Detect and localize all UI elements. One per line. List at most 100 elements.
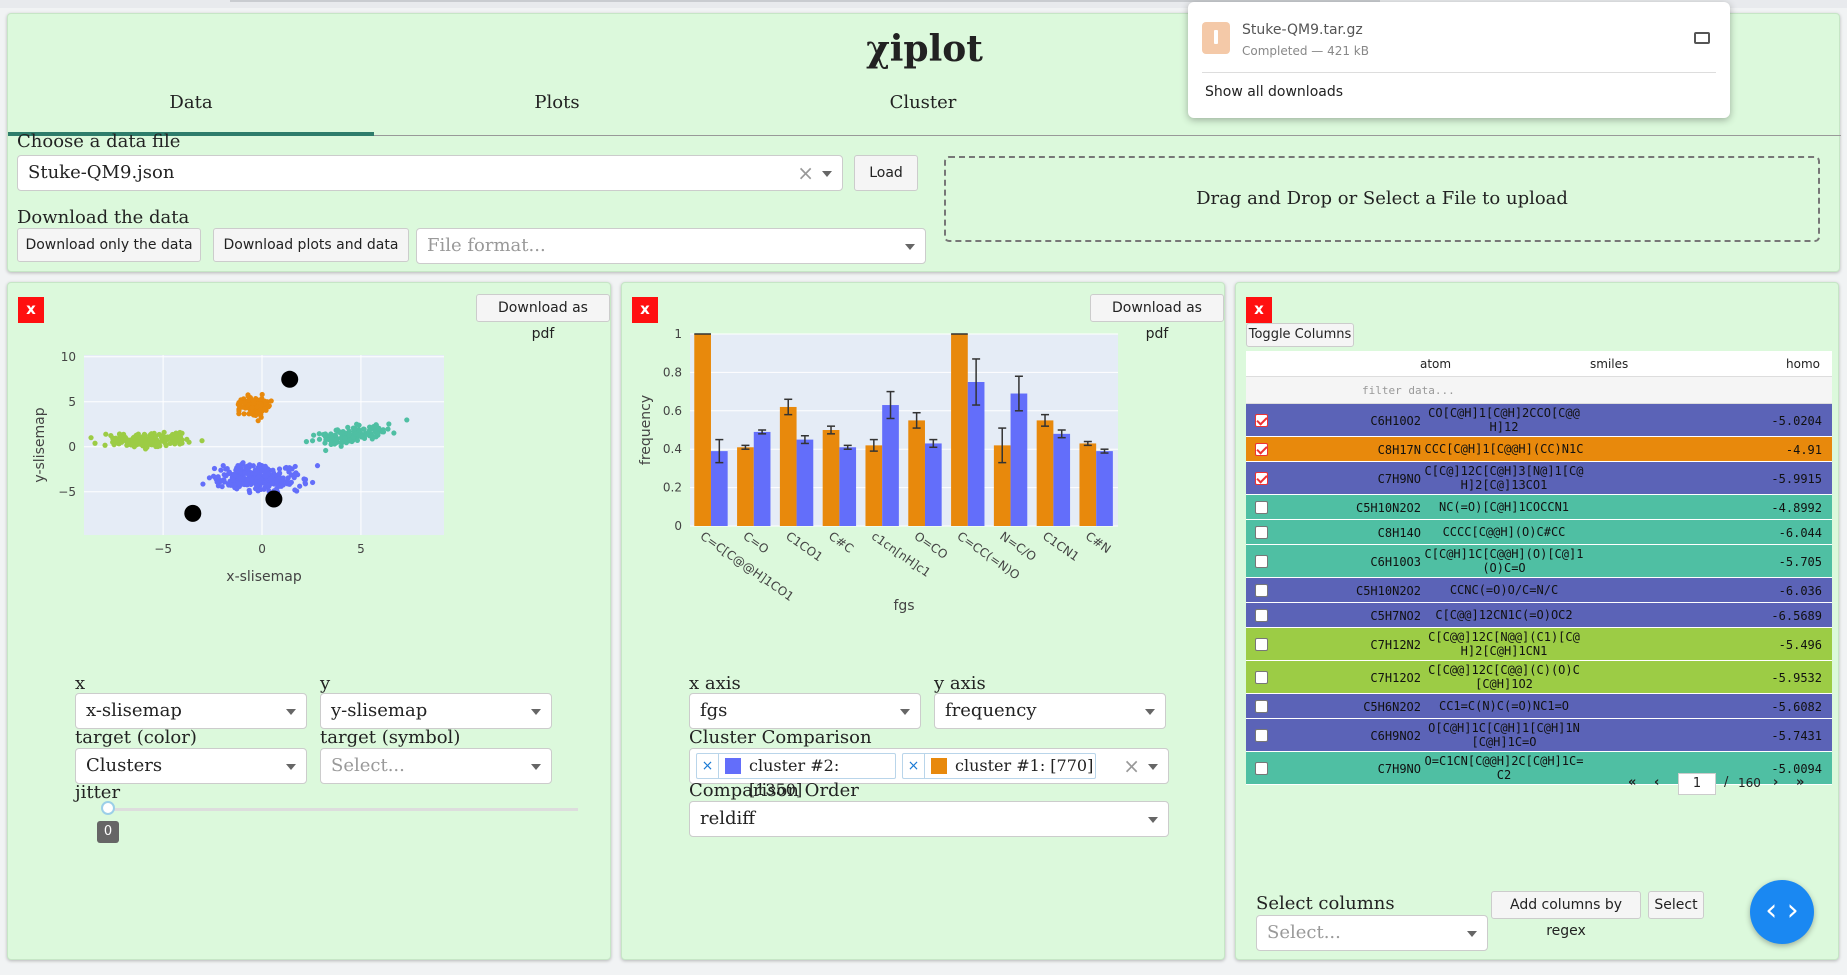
- scatter-point: [102, 442, 108, 448]
- scatter-point: [173, 430, 179, 436]
- prev-page-icon[interactable]: ‹: [1654, 775, 1659, 790]
- row-checkbox[interactable]: [1255, 609, 1268, 622]
- scatter-plot[interactable]: −5 0 5 −5 0 5 10 x-slisemap y-slisemap: [8, 323, 608, 623]
- file-format-select[interactable]: File format...: [416, 228, 926, 264]
- target-symbol-select[interactable]: Select...: [320, 748, 552, 784]
- row-checkbox[interactable]: [1255, 443, 1268, 456]
- row-checkbox[interactable]: [1255, 700, 1268, 713]
- scatter-point: [331, 441, 338, 447]
- scatter-point: [254, 483, 260, 489]
- tab-plots[interactable]: Plots: [374, 80, 740, 136]
- tab-cluster[interactable]: Cluster: [740, 80, 1106, 136]
- table-row[interactable]: C6H10O3 C[C@H]1C[C@@H](O)[C@]1(O)C=O -5.70…: [1246, 545, 1832, 578]
- add-columns-regex-button[interactable]: Add columns by regex: [1491, 891, 1641, 939]
- download-only-data-button[interactable]: Download only the data: [17, 228, 201, 262]
- cell-atom: C8H14O: [1377, 526, 1421, 540]
- jitter-slider-track[interactable]: [108, 808, 578, 811]
- row-checkbox[interactable]: [1255, 638, 1268, 651]
- row-checkbox[interactable]: [1255, 762, 1268, 775]
- scatter-point: [316, 436, 323, 442]
- y-tick-label: 0.8: [663, 365, 682, 379]
- chevron-down-icon: [286, 764, 296, 770]
- row-checkbox[interactable]: [1255, 584, 1268, 597]
- table-row[interactable]: C8H14O CCCC[C@@H](O)C#CC -6.044: [1246, 520, 1832, 545]
- scatter-point: [206, 475, 213, 481]
- cell-smiles: O=C1CN[C@@H]2C[C@H]1C=C2: [1424, 754, 1584, 782]
- x-axis-select[interactable]: fgs: [689, 693, 921, 729]
- table-row[interactable]: C5H6N2O2 CC1=C(N)C(=O)NC1=O -5.6082: [1246, 694, 1832, 719]
- tab-data[interactable]: Data: [8, 80, 374, 136]
- select-columns-select[interactable]: Select...: [1256, 915, 1488, 951]
- scatter-point: [122, 435, 129, 441]
- column-header-atom[interactable]: atom: [1420, 357, 1451, 371]
- table-row[interactable]: C7H12O2 C[C@@]12C[C@@](C)(O)C[C@H]1O2 -5.9…: [1246, 661, 1832, 694]
- table-row[interactable]: C7H12N2 C[C@@]12C[N@@](C1)[C@H]2[C@H]1CN1…: [1246, 628, 1832, 661]
- bar-chart[interactable]: 00.20.40.60.81C=C[C@@H]1CO1C=O C1CO1 C#C c1…: [622, 323, 1222, 653]
- load-button[interactable]: Load: [854, 155, 918, 191]
- target-color-select[interactable]: Clusters: [75, 748, 307, 784]
- y-tick-label: 5: [68, 395, 76, 409]
- page-input[interactable]: 1: [1678, 773, 1716, 795]
- column-header-smiles[interactable]: smiles: [1590, 357, 1628, 371]
- bar: [737, 447, 754, 526]
- close-table-button[interactable]: x: [1246, 297, 1272, 323]
- first-page-icon[interactable]: «: [1628, 775, 1636, 790]
- row-checkbox[interactable]: [1255, 555, 1268, 568]
- cell-smiles: CC1=C(N)C(=O)NC1=O: [1438, 699, 1570, 713]
- close-bar-button[interactable]: x: [632, 297, 658, 323]
- folder-icon[interactable]: [1694, 32, 1710, 44]
- y-tick-label: −5: [58, 485, 76, 499]
- row-checkbox[interactable]: [1255, 526, 1268, 539]
- row-checkbox[interactable]: [1255, 671, 1268, 684]
- clear-icon[interactable]: ×: [797, 156, 814, 190]
- scatter-point: [259, 468, 265, 474]
- column-header-homo[interactable]: homo: [1786, 357, 1820, 371]
- remove-tag-icon[interactable]: ×: [697, 754, 719, 778]
- table-row[interactable]: C5H10N2O2 CCNC(=O)O/C=N/C -6.036: [1246, 578, 1832, 603]
- clear-icon[interactable]: ×: [1123, 749, 1140, 783]
- close-scatter-button[interactable]: x: [18, 297, 44, 323]
- next-page-icon[interactable]: ›: [1773, 775, 1778, 790]
- y-tick-label: 0: [68, 440, 76, 454]
- table-row[interactable]: C5H10N2O2 NC(=O)[C@H]1COCCN1 -4.8992: [1246, 495, 1832, 520]
- y-axis-value: frequency: [945, 700, 1037, 721]
- table-row[interactable]: C5H7NO2 C[C@@]12CN1C(=O)OC2 -6.5689: [1246, 603, 1832, 628]
- cluster-comparison-select[interactable]: × cluster #2: [1350] × cluster #1: [770]…: [689, 748, 1169, 799]
- download-plots-data-button[interactable]: Download plots and data: [213, 228, 409, 262]
- code-toggle-icon[interactable]: ‹ ›: [1750, 880, 1814, 944]
- remove-tag-icon[interactable]: ×: [903, 754, 925, 778]
- comparison-order-select[interactable]: reldiff: [689, 801, 1169, 837]
- y-axis-select[interactable]: frequency: [934, 693, 1166, 729]
- x-select[interactable]: x-slisemap: [75, 693, 307, 729]
- bar: [694, 334, 711, 526]
- file-select[interactable]: Stuke-QM9.json ×: [17, 155, 843, 191]
- row-checkbox[interactable]: [1255, 501, 1268, 514]
- last-page-icon[interactable]: »: [1796, 775, 1804, 790]
- select-button[interactable]: Select: [1648, 891, 1704, 919]
- scatter-point: [386, 421, 392, 427]
- scatter-point: [108, 432, 114, 439]
- upload-dropzone[interactable]: Drag and Drop or Select a File to upload: [944, 156, 1820, 242]
- x-axis-value: fgs: [700, 700, 728, 721]
- table-row[interactable]: C6H9NO2 O[C@H]1C[C@H]1[C@H]1N[C@H]1C=O -5.…: [1246, 719, 1832, 752]
- row-checkbox[interactable]: [1255, 414, 1268, 427]
- show-all-downloads-link[interactable]: Show all downloads: [1205, 84, 1343, 100]
- filter-input[interactable]: filter data...: [1362, 384, 1455, 397]
- y-select[interactable]: y-slisemap: [320, 693, 552, 729]
- cell-atom: C6H10O3: [1370, 555, 1421, 569]
- table-row[interactable]: C6H10O2 CO[C@H]1[C@H]2CCO[C@@H]12 -5.0204: [1246, 404, 1832, 437]
- toggle-columns-button[interactable]: Toggle Columns: [1246, 323, 1354, 347]
- row-checkbox[interactable]: [1255, 729, 1268, 742]
- scatter-point: [245, 477, 251, 483]
- bar-download-pdf-button[interactable]: Download as pdf: [1090, 294, 1224, 342]
- jitter-slider-handle[interactable]: [101, 801, 115, 815]
- scatter-point: [236, 481, 242, 487]
- download-filename[interactable]: Stuke-QM9.tar.gz: [1242, 22, 1363, 38]
- scatter-download-pdf-button[interactable]: Download as pdf: [476, 294, 610, 342]
- row-checkbox[interactable]: [1255, 472, 1268, 485]
- bar: [951, 334, 968, 526]
- table-row[interactable]: C7H9NO C[C@]12C[C@H]3[N@]1[C@H]2[C@]13CO1…: [1246, 462, 1832, 495]
- table-row[interactable]: C8H17N CCC[C@H]1[C@@H](CC)N1C -4.91: [1246, 437, 1832, 462]
- scatter-point: [259, 391, 265, 398]
- scatter-point: [374, 431, 380, 437]
